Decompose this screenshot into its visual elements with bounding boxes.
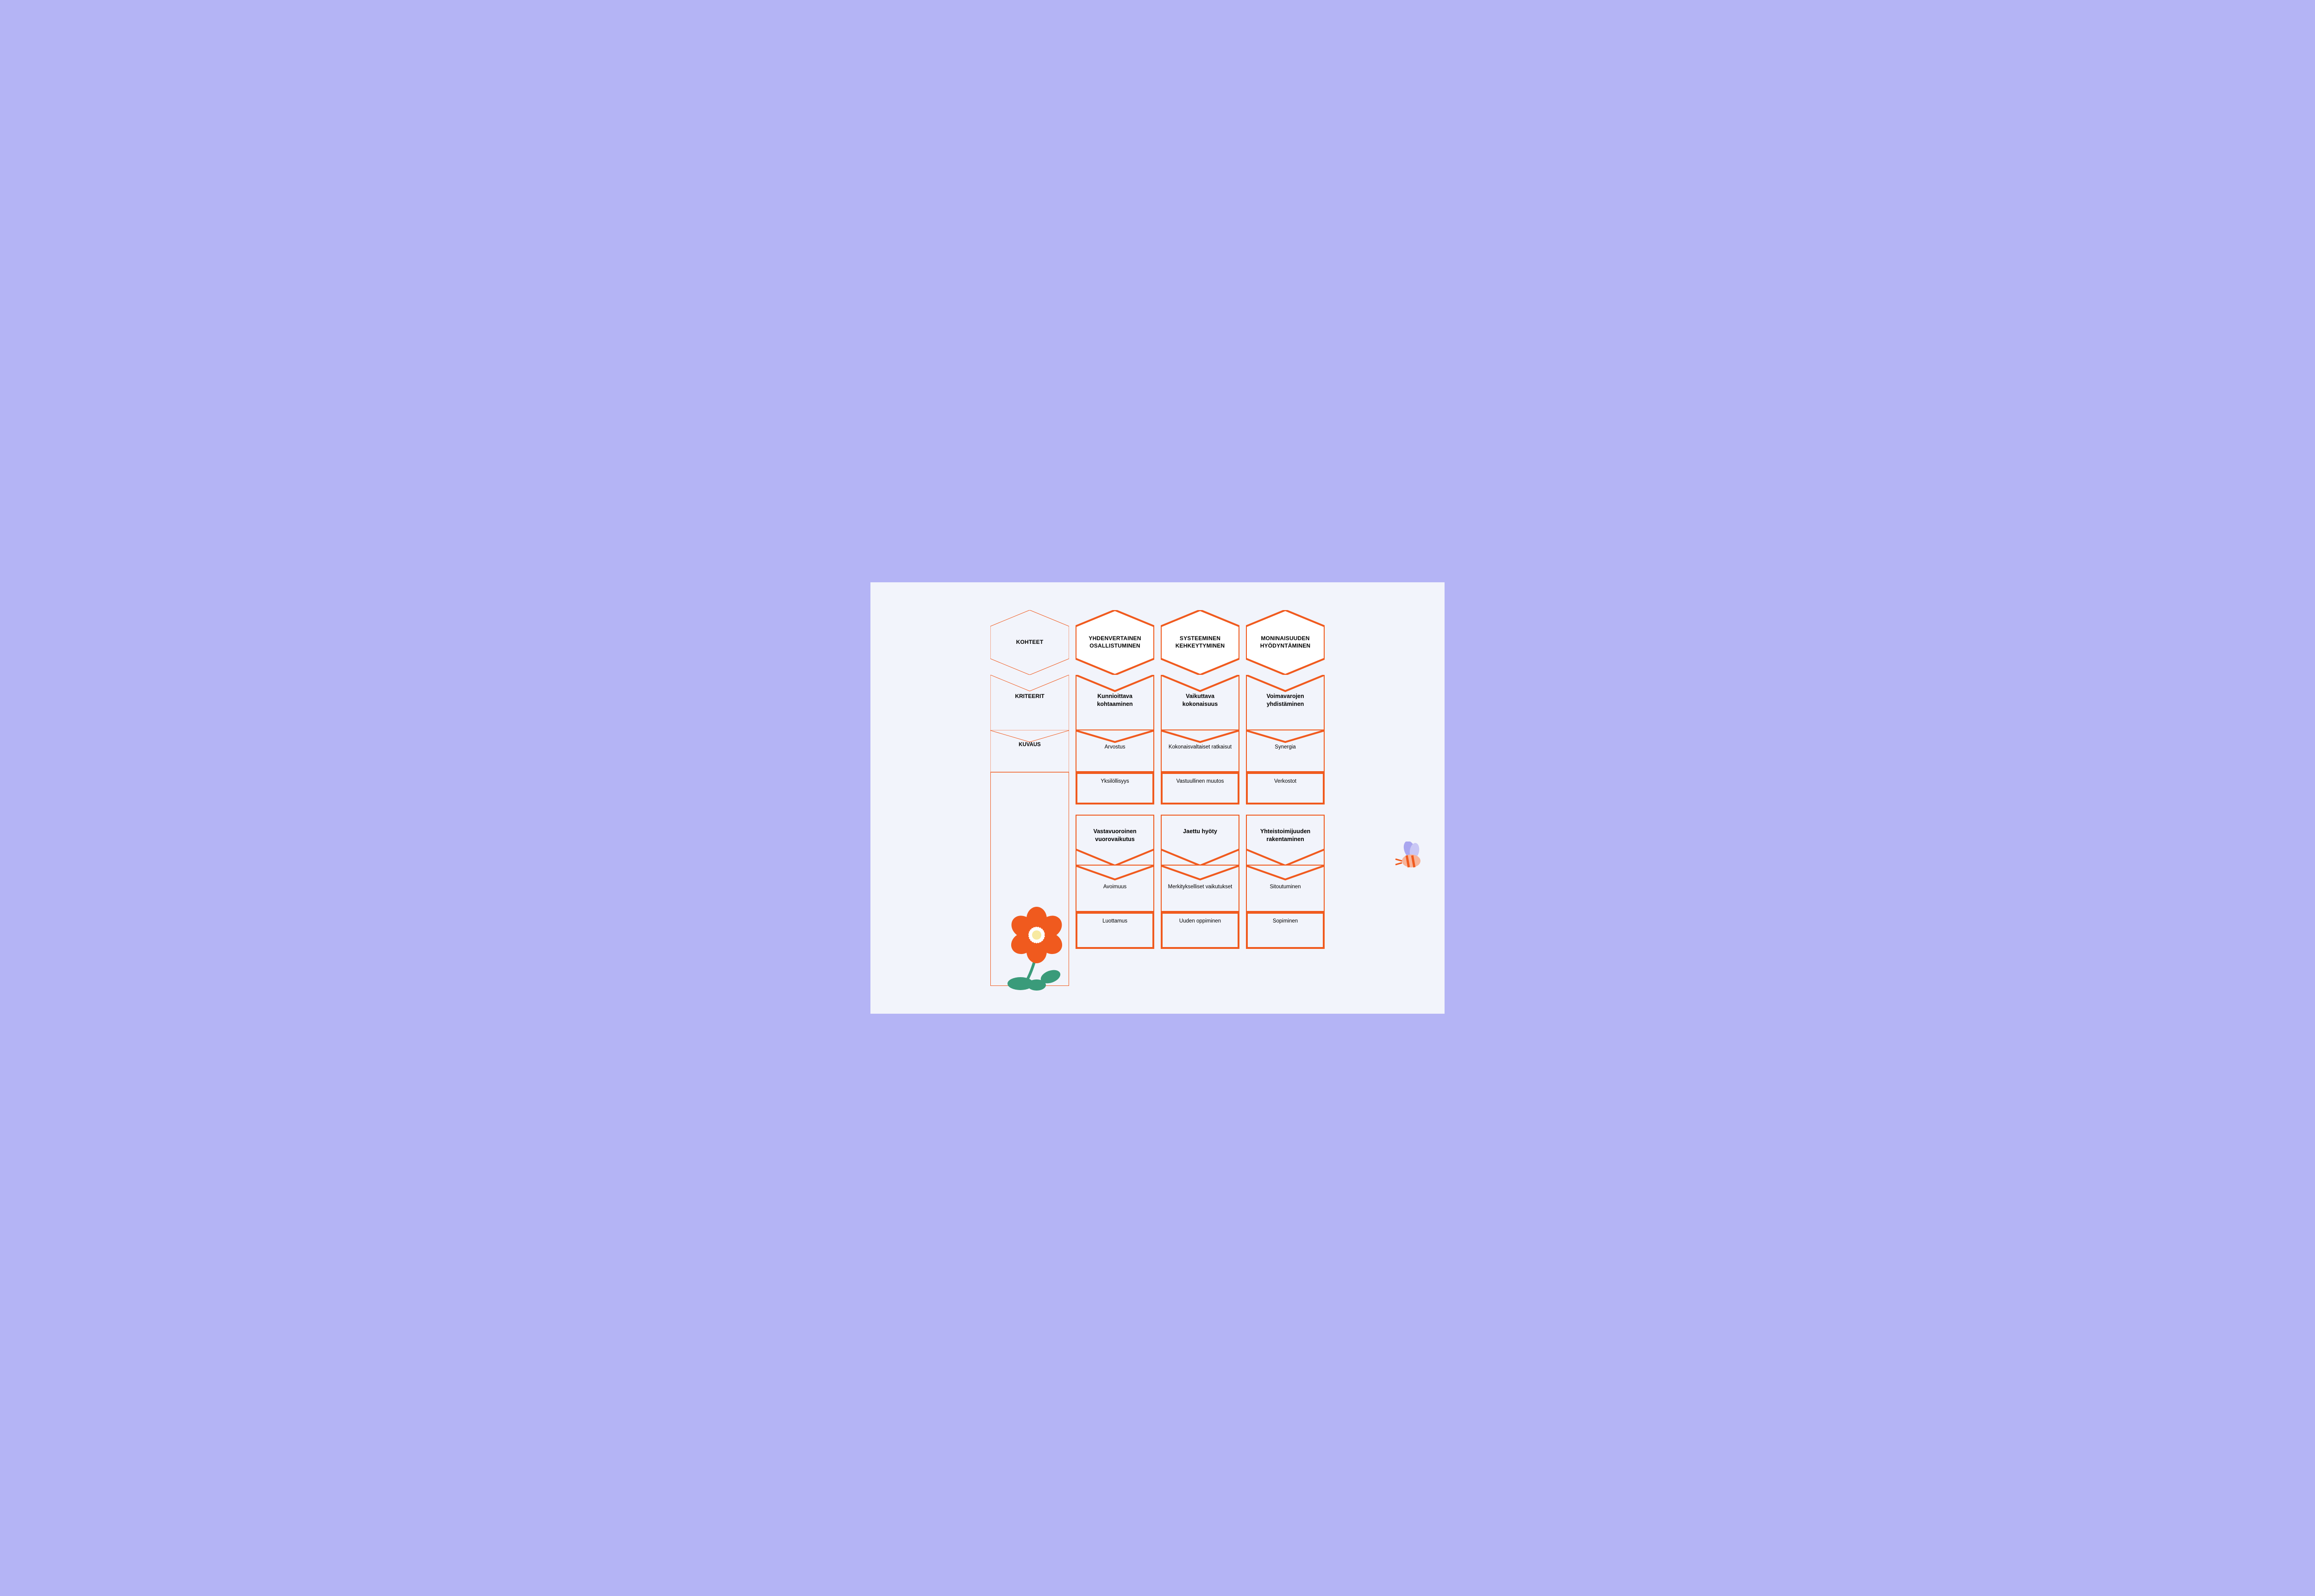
- criteria1-label-1: Vaikuttava kokonaisuus: [1183, 692, 1218, 708]
- sidebar-kriteerit-label: KRITEERIT: [1015, 692, 1044, 700]
- desc1b-label-1: Vastuullinen muutos: [1176, 779, 1224, 784]
- header-label-1: SYSTEEMINEN KEHKEYTYMINEN: [1176, 635, 1225, 649]
- criteria1-cell-2: Voimavarojen yhdistäminen: [1246, 675, 1325, 730]
- desc1a-label-1: Kokonaisvaltaiset ratkaisut: [1169, 744, 1232, 750]
- desc2a-cell-0: Avoimuus: [1076, 866, 1154, 912]
- criteria1-label-0: Kunnioittava kohtaaminen: [1097, 692, 1132, 708]
- desc1a-cell-1: Kokonaisvaltaiset ratkaisut: [1161, 730, 1239, 772]
- criteria1-cell-0: Kunnioittava kohtaaminen: [1076, 675, 1154, 730]
- desc1b-label-0: Yksilöllisyys: [1101, 779, 1129, 784]
- diagram-canvas: KOHTEET KRITEERIT KUVAUS: [870, 582, 1445, 1014]
- criteria2-cell-0: Vastavuoroinen vuorovaikutus: [1076, 815, 1154, 866]
- sidebar-kuvaus-cell: KUVAUS: [990, 730, 1069, 772]
- desc1b-cell-1: Vastuullinen muutos: [1161, 772, 1239, 804]
- desc2b-cell-2: Sopiminen: [1246, 912, 1325, 949]
- flower-icon: [1004, 903, 1083, 991]
- desc2a-label-2: Sitoutuminen: [1270, 884, 1301, 890]
- desc2a-label-0: Avoimuus: [1103, 884, 1126, 890]
- desc1b-cell-2: Verkostot: [1246, 772, 1325, 804]
- column-0: YHDENVERTAINEN OSALLISTUMINEN Kunnioitta…: [1076, 610, 1154, 949]
- sidebar-kuvaus-label: KUVAUS: [1019, 742, 1041, 748]
- desc1a-cell-2: Synergia: [1246, 730, 1325, 772]
- header-cell-1: SYSTEEMINEN KEHKEYTYMINEN: [1161, 610, 1239, 675]
- desc1a-label-0: Arvostus: [1105, 744, 1126, 750]
- criteria2-label-0: Vastavuoroinen vuorovaikutus: [1093, 828, 1136, 843]
- sidebar-kriteerit-cell: KRITEERIT: [990, 675, 1069, 730]
- desc2b-cell-0: Luottamus: [1076, 912, 1154, 949]
- sidebar-kohteet-cell: KOHTEET: [990, 610, 1069, 675]
- sidebar-kohteet-label: KOHTEET: [1016, 639, 1044, 646]
- desc1a-cell-0: Arvostus: [1076, 730, 1154, 772]
- desc2a-cell-1: Merkitykselliset vaikutukset: [1161, 866, 1239, 912]
- bee-icon: [1394, 842, 1426, 869]
- desc2b-label-2: Sopiminen: [1273, 918, 1298, 924]
- desc1b-label-2: Verkostot: [1274, 779, 1296, 784]
- desc2b-cell-1: Uuden oppiminen: [1161, 912, 1239, 949]
- criteria2-label-1: Jaettu hyöty: [1183, 828, 1217, 835]
- desc1b-cell-0: Yksilöllisyys: [1076, 772, 1154, 804]
- header-cell-0: YHDENVERTAINEN OSALLISTUMINEN: [1076, 610, 1154, 675]
- header-label-2: MONINAISUUDEN HYÖDYNTÄMINEN: [1260, 635, 1311, 649]
- desc1a-label-2: Synergia: [1275, 744, 1295, 750]
- desc2b-label-0: Luottamus: [1102, 918, 1127, 924]
- criteria2-cell-1: Jaettu hyöty: [1161, 815, 1239, 866]
- sidebar-tall-rect: [990, 772, 1069, 986]
- column-1: SYSTEEMINEN KEHKEYTYMINEN Vaikuttava kok…: [1161, 610, 1239, 949]
- desc2b-label-1: Uuden oppiminen: [1179, 918, 1221, 924]
- criteria1-label-2: Voimavarojen yhdistäminen: [1266, 692, 1304, 708]
- column-2: MONINAISUUDEN HYÖDYNTÄMINEN Voimavarojen…: [1246, 610, 1325, 949]
- header-label-0: YHDENVERTAINEN OSALLISTUMINEN: [1089, 635, 1141, 649]
- diagram-grid: KOHTEET KRITEERIT KUVAUS: [912, 610, 1403, 986]
- criteria2-cell-2: Yhteistoimijuuden rakentaminen: [1246, 815, 1325, 866]
- desc2a-cell-2: Sitoutuminen: [1246, 866, 1325, 912]
- sidebar-column: KOHTEET KRITEERIT KUVAUS: [990, 610, 1069, 986]
- criteria1-cell-1: Vaikuttava kokonaisuus: [1161, 675, 1239, 730]
- header-cell-2: MONINAISUUDEN HYÖDYNTÄMINEN: [1246, 610, 1325, 675]
- criteria2-label-2: Yhteistoimijuuden rakentaminen: [1260, 828, 1310, 843]
- desc2a-label-1: Merkitykselliset vaikutukset: [1168, 884, 1233, 890]
